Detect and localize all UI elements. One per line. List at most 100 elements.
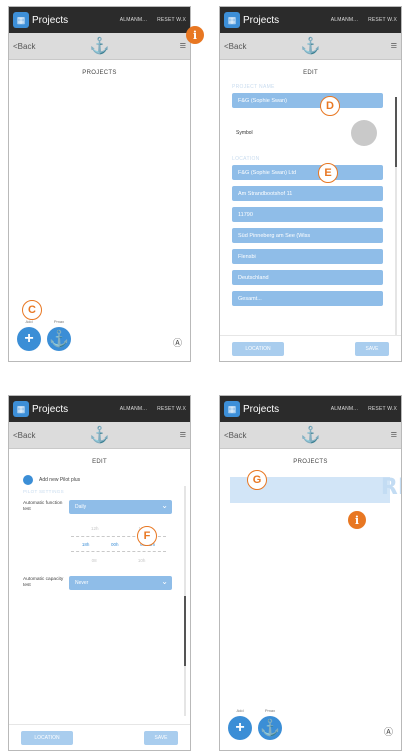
plus-icon[interactable]: + <box>17 327 41 351</box>
symbol-label: Symbol <box>236 130 253 136</box>
checkbox-icon[interactable] <box>23 475 33 485</box>
nav-bar: <Back ⚓ ≡ <box>9 33 190 60</box>
symbol-picker[interactable] <box>351 120 377 146</box>
function-test-row: Automatic function test Daily ⌄ <box>23 500 172 514</box>
anchor-label: Pmax <box>264 708 276 713</box>
screen-edit-pilot: ▦ Projects ALMANM... RESET W.X <Back ⚓ ≡… <box>8 395 191 751</box>
picker-cell[interactable]: 00h <box>111 542 119 547</box>
scrollbar[interactable] <box>395 97 397 337</box>
chevron-down-icon: ⌄ <box>161 577 168 586</box>
nav-bar: <Back ⚓ ≡ <box>220 33 401 60</box>
picker-row-3[interactable]: 08 10h <box>71 552 166 568</box>
project-row-label: RP <box>380 475 401 500</box>
nav-bar: <Back ⚓ ≡ <box>9 422 190 449</box>
location-field-3[interactable]: 11790 <box>232 207 383 222</box>
save-button[interactable]: SAVE <box>144 730 178 745</box>
capacity-test-select[interactable]: Never ⌄ <box>69 576 172 590</box>
anchor-logo-icon: ⚓ <box>300 427 321 444</box>
picker-cell[interactable]: 10h <box>138 558 146 563</box>
app-icon: ▦ <box>13 401 29 417</box>
location-field-4[interactable]: Süd Pinneberg am See (Wiss <box>232 228 383 243</box>
top-item-1[interactable]: ALMANM... <box>331 406 358 412</box>
anchor-fab[interactable]: Pmax ⚓ <box>258 708 282 740</box>
project-name-field[interactable]: F&G (Sophie Swan) <box>232 93 383 108</box>
back-button[interactable]: <Back <box>13 431 35 440</box>
fab-group: Add + Pmax ⚓ <box>17 319 71 351</box>
picker-cell[interactable]: 12h <box>91 526 99 531</box>
top-item-1[interactable]: ALMANM... <box>120 406 147 412</box>
add-pilot-row[interactable]: Add new Pilot plus <box>23 475 176 485</box>
app-title: Projects <box>243 403 280 415</box>
app-title: Projects <box>243 14 280 26</box>
project-name-label: PROJECT NAME <box>232 84 275 90</box>
chevron-down-icon: ⌄ <box>161 501 168 510</box>
symbol-row: Symbol <box>236 118 389 148</box>
scrollbar-thumb[interactable] <box>395 97 397 167</box>
top-item-2[interactable]: RESET W.X <box>368 406 397 412</box>
anchor-icon[interactable]: ⚓ <box>258 716 282 740</box>
save-button[interactable]: SAVE <box>355 341 389 356</box>
location-field-6[interactable]: Deutschland <box>232 270 383 285</box>
callout-c: C <box>22 300 42 320</box>
anchor-logo-icon: ⚓ <box>300 38 321 55</box>
top-item-1[interactable]: ALMANM... <box>120 17 147 23</box>
help-icon[interactable]: Ⓐ <box>384 725 393 738</box>
pilot-settings-label: PILOT SETTINGS <box>23 489 64 494</box>
screen-edit-project: ▦ Projects ALMANM... RESET W.X <Back ⚓ ≡… <box>219 6 402 362</box>
menu-icon[interactable]: ≡ <box>391 429 397 441</box>
top-item-1[interactable]: ALMANM... <box>331 17 358 23</box>
menu-icon[interactable]: ≡ <box>391 40 397 52</box>
function-test-label: Automatic function test <box>23 501 63 512</box>
location-button[interactable]: LOCATION <box>21 730 73 745</box>
location-field-5[interactable]: Flensbi <box>232 249 383 264</box>
top-item-2[interactable]: RESET W.X <box>157 17 186 23</box>
add-project-fab[interactable]: Add + <box>228 708 252 740</box>
menu-icon[interactable]: ≡ <box>180 429 186 441</box>
top-item-2[interactable]: RESET W.X <box>368 17 397 23</box>
add-project-fab[interactable]: Add + <box>17 319 41 351</box>
nav-bar: <Back ⚓ ≡ <box>220 422 401 449</box>
location-button[interactable]: LOCATION <box>232 341 284 356</box>
anchor-icon[interactable]: ⚓ <box>47 327 71 351</box>
anchor-label: Pmax <box>53 319 65 324</box>
menu-icon[interactable]: ≡ <box>180 40 186 52</box>
location-field-7[interactable]: Gesamt... <box>232 291 383 306</box>
capacity-test-value: Never <box>75 580 89 586</box>
picker-cell[interactable]: 18h <box>82 542 90 547</box>
location-field-2[interactable]: Am Strandbootshof 11 <box>232 186 383 201</box>
app-icon: ▦ <box>13 12 29 28</box>
plus-icon[interactable]: + <box>228 716 252 740</box>
app-icon: ▦ <box>224 12 240 28</box>
top-bar: ▦ Projects ALMANM... RESET W.X <box>9 7 190 33</box>
add-label: Add <box>236 708 244 713</box>
footer-bar: LOCATION SAVE <box>220 335 401 361</box>
top-bar: ▦ Projects ALMANM... RESET W.X <box>9 396 190 422</box>
scrollbar[interactable] <box>184 486 186 716</box>
back-button[interactable]: <Back <box>13 42 35 51</box>
fab-group: Add + Pmax ⚓ <box>228 708 282 740</box>
top-bar: ▦ Projects ALMANM... RESET W.X <box>220 7 401 33</box>
back-button[interactable]: <Back <box>224 42 246 51</box>
back-button[interactable]: <Back <box>224 431 246 440</box>
location-field-1[interactable]: F&G (Sophie Swan) Ltd <box>232 165 383 180</box>
footer-bar: LOCATION SAVE <box>9 724 190 750</box>
page-title: PROJECTS <box>82 70 117 76</box>
function-test-select[interactable]: Daily ⌄ <box>69 500 172 514</box>
scrollbar-thumb[interactable] <box>184 596 186 666</box>
app-title: Projects <box>32 14 69 26</box>
help-icon[interactable]: Ⓐ <box>173 336 182 349</box>
anchor-logo-icon: ⚓ <box>89 427 110 444</box>
page-title: PROJECTS <box>293 459 328 465</box>
callout-g: G <box>247 470 267 490</box>
capacity-test-label: Automatic capacity test <box>23 577 64 588</box>
screen-projects-list: ▦ Projects ALMANM... RESET W.X <Back ⚓ ≡… <box>219 395 402 751</box>
anchor-logo-icon: ⚓ <box>89 38 110 55</box>
app-icon: ▦ <box>224 401 240 417</box>
top-bar: ▦ Projects ALMANM... RESET W.X <box>220 396 401 422</box>
picker-cell[interactable]: 08 <box>92 558 97 563</box>
top-item-2[interactable]: RESET W.X <box>157 406 186 412</box>
anchor-fab[interactable]: Pmax ⚓ <box>47 319 71 351</box>
location-label: LOCATION <box>232 156 260 162</box>
info-icon: i <box>348 511 366 529</box>
function-test-value: Daily <box>75 504 87 510</box>
